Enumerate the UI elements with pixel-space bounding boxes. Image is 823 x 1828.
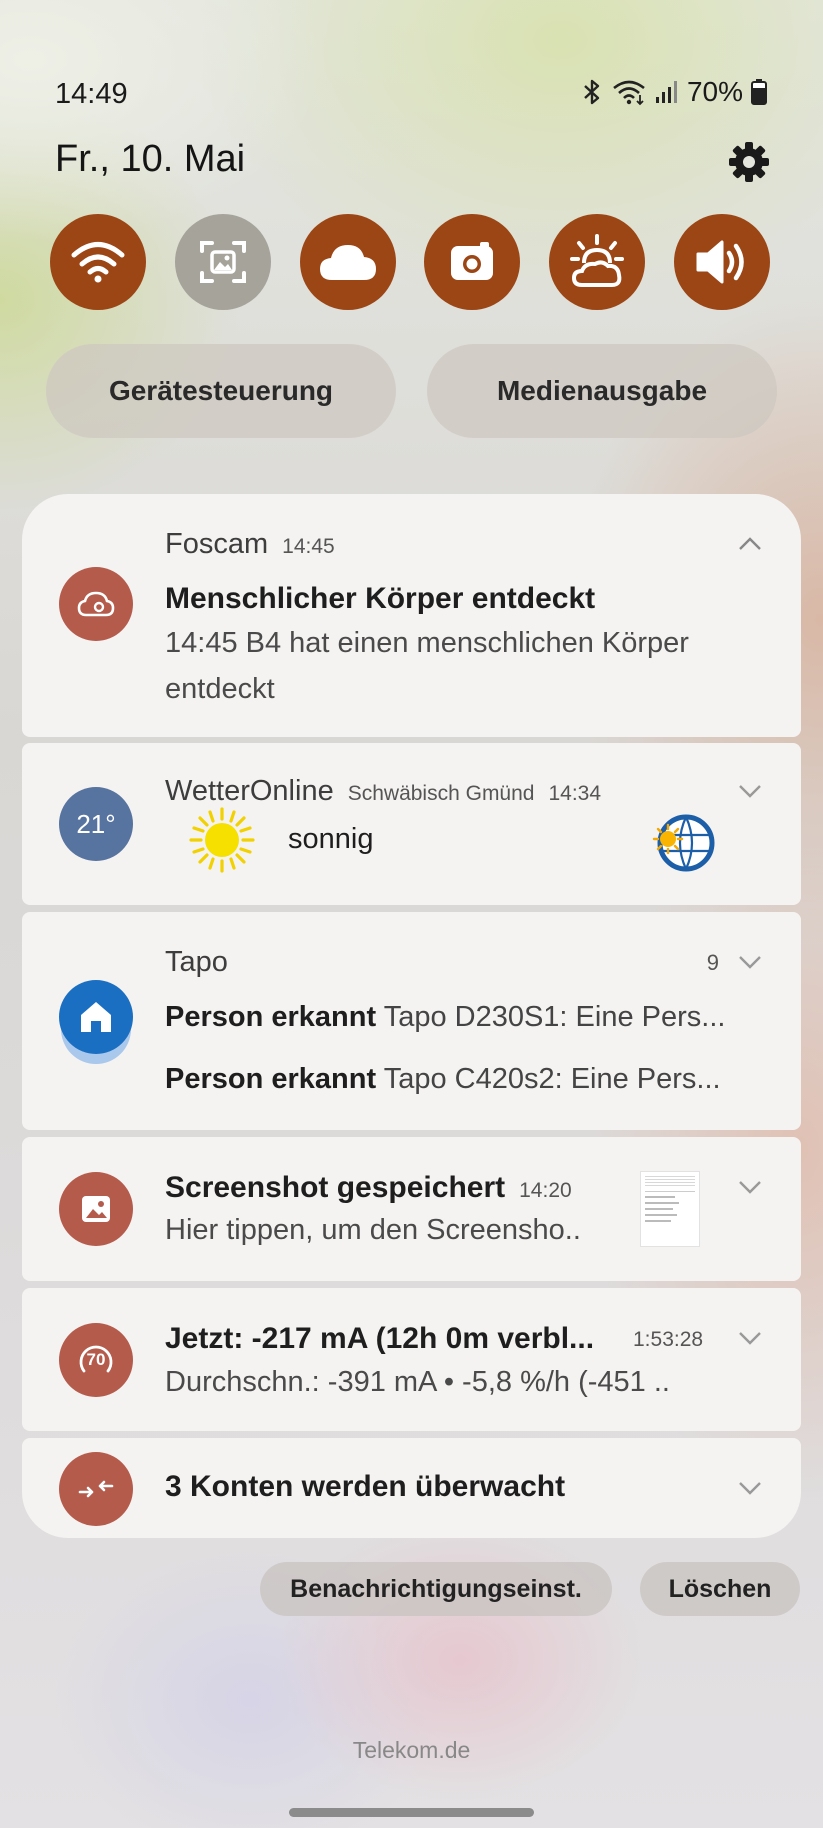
tapo-message-2: Person erkannt Tapo C420s2: Eine Pers... xyxy=(165,1063,721,1096)
notification-time: 1:53:28 xyxy=(633,1328,704,1351)
quick-pill-row: Gerätesteuerung Medienausgabe xyxy=(46,344,777,438)
sun-icon xyxy=(189,807,255,873)
notification-body: 14:45 B4 hat einen menschlichen Körper e… xyxy=(165,627,689,705)
clear-all-button[interactable]: Löschen xyxy=(640,1562,800,1616)
notification-title: Jetzt: -217 mA (12h 0m verbl... xyxy=(165,1322,595,1355)
carrier-label: Telekom.de xyxy=(352,1737,471,1763)
battery-app-icon: 70 xyxy=(59,1323,133,1397)
qs-sound-button[interactable] xyxy=(673,214,770,310)
notification-tapo[interactable]: Tapo 9 Person erkannt Tapo D230S1: Eine … xyxy=(22,912,801,1130)
battery-icon xyxy=(751,79,767,105)
status-icons: 70% xyxy=(581,76,767,108)
wifi-icon xyxy=(613,80,645,106)
message-title: Person erkannt xyxy=(165,1001,377,1033)
media-output-button[interactable]: Medienausgabe xyxy=(427,344,777,438)
chevron-down-icon[interactable] xyxy=(737,954,763,970)
cloud-camera-icon xyxy=(77,591,115,617)
chevron-down-icon[interactable] xyxy=(737,1330,763,1346)
notification-time: 14:34 xyxy=(548,782,602,805)
battery-badge: 70 xyxy=(86,1350,106,1369)
notification-accounts[interactable]: 3 Konten werden überwacht xyxy=(22,1438,801,1538)
wetteronline-logo-icon xyxy=(652,814,715,872)
notification-time: 14:45 xyxy=(282,535,335,558)
notification-settings-button[interactable]: Benachrichtigungseinst. xyxy=(260,1562,612,1616)
notification-title: Menschlicher Körper entdeckt xyxy=(165,582,596,615)
screenshot-title: Screenshot gespeichert xyxy=(165,1171,506,1204)
chevron-down-icon[interactable] xyxy=(737,1179,763,1195)
device-control-button[interactable]: Gerätesteuerung xyxy=(46,344,396,438)
home-indicator[interactable] xyxy=(289,1808,534,1817)
cloud-icon xyxy=(319,245,376,280)
tapo-app-icon xyxy=(59,980,133,1054)
qs-cloud-button[interactable] xyxy=(299,214,396,310)
notification-foscam[interactable]: Foscam 14:45 Menschlicher Körper entdeckt… xyxy=(22,494,801,737)
notification-body: Durchschn.: -391 mA • -5,8 %/h (-451 .. xyxy=(165,1366,670,1398)
wetter-app-label: WetterOnline xyxy=(165,775,334,807)
qs-wifi-button[interactable] xyxy=(50,214,146,310)
home-icon xyxy=(81,1002,111,1032)
notification-app-name: Tapo xyxy=(165,946,228,978)
notification-screenshot[interactable]: Screenshot gespeichert 14:20 Hier tippen,… xyxy=(22,1137,801,1281)
temperature-label: 21° xyxy=(76,808,116,839)
foscam-app-icon xyxy=(59,567,133,641)
gear-icon[interactable] xyxy=(727,140,771,184)
notification-location: Schwäbisch Gmünd xyxy=(347,782,535,805)
bluetooth-icon xyxy=(584,79,600,105)
accounts-app-icon xyxy=(59,1452,133,1526)
weather-condition: sonnig xyxy=(288,823,374,855)
foscam-app-label: Foscam xyxy=(165,528,269,560)
sync-arrows-icon xyxy=(78,1480,114,1498)
camera-icon xyxy=(451,242,494,280)
weather-temperature-icon: 21° xyxy=(59,787,133,861)
tapo-message-1: Person erkannt Tapo D230S1: Eine Pers... xyxy=(165,1001,725,1034)
chevron-up-icon[interactable] xyxy=(737,536,763,552)
message-title: Person erkannt xyxy=(165,1063,377,1095)
date-label: Fr., 10. Mai xyxy=(55,138,246,180)
notification-actions: Benachrichtigungseinst. Löschen xyxy=(0,1562,823,1618)
message-text: Tapo D230S1: Eine Pers... xyxy=(383,1001,726,1033)
status-bar: 14:49 70% Fr., 10. Mai xyxy=(0,0,823,190)
message-text: Tapo C420s2: Eine Pers... xyxy=(383,1063,721,1095)
quick-settings-row xyxy=(50,214,770,310)
qs-screen-capture-button[interactable] xyxy=(174,214,271,310)
notification-time: 14:20 xyxy=(519,1179,572,1202)
image-icon xyxy=(82,1196,110,1222)
qs-weather-button[interactable] xyxy=(549,214,646,310)
chevron-down-icon[interactable] xyxy=(737,783,763,799)
speaker-icon xyxy=(696,240,744,284)
gallery-app-icon xyxy=(59,1172,133,1246)
screen-capture-icon xyxy=(199,241,246,283)
notification-app-name: WetterOnline Schwäbisch Gmünd 14:34 xyxy=(165,775,601,808)
notification-title: 3 Konten werden überwacht xyxy=(165,1470,566,1503)
wifi-icon xyxy=(71,242,125,283)
sun-cloud-icon xyxy=(570,234,625,287)
notification-wetteronline[interactable]: 21° WetterOnline Schwäbisch Gmünd 14:34 so… xyxy=(22,743,801,905)
screenshot-thumbnail[interactable] xyxy=(640,1171,700,1247)
qs-camera-button[interactable] xyxy=(424,214,521,310)
notification-battery-monitor[interactable]: 70 Jetzt: -217 mA (12h 0m verbl... 1:53:… xyxy=(22,1288,801,1431)
battery-percentage: 70% xyxy=(686,76,743,107)
signal-icon xyxy=(655,81,677,103)
notification-body: Hier tippen, um den Screensho.. xyxy=(165,1214,581,1246)
chevron-down-icon[interactable] xyxy=(737,1480,763,1496)
notification-app-name: Foscam 14:45 xyxy=(165,528,335,561)
clock: 14:49 xyxy=(55,78,128,110)
notification-count: 9 xyxy=(706,950,719,975)
notification-title: Screenshot gespeichert 14:20 xyxy=(165,1171,572,1205)
